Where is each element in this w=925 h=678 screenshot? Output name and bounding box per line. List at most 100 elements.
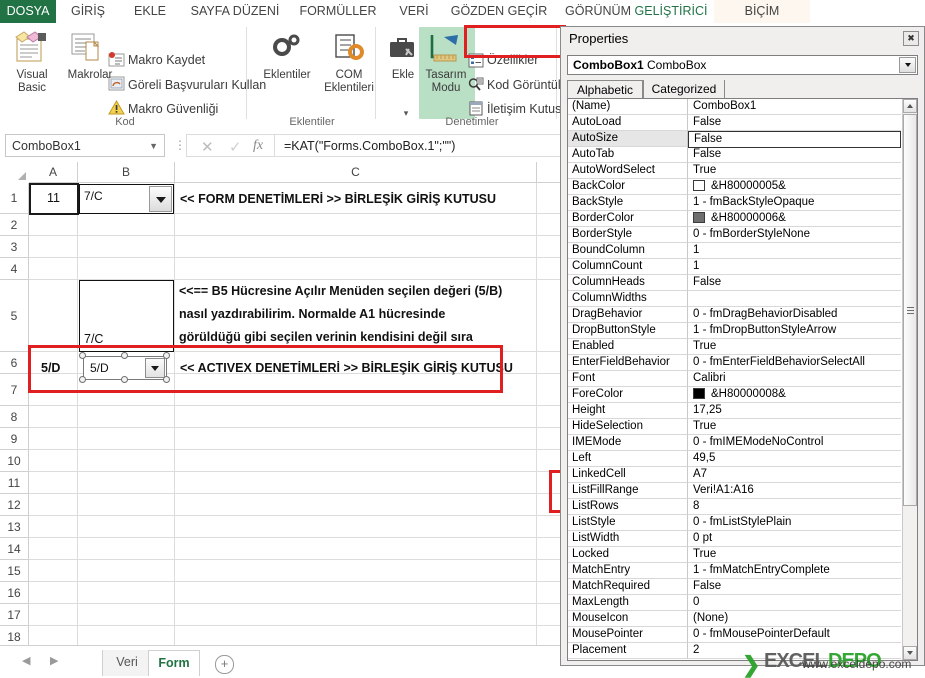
property-value[interactable]: 0 - fmDragBehaviorDisabled [688, 307, 901, 323]
property-value[interactable]: 0 [688, 595, 901, 611]
grid-cell[interactable] [29, 280, 78, 352]
grid-cell[interactable] [175, 582, 537, 604]
row-header-11[interactable]: 11 [0, 472, 29, 494]
ribbon-tab-gi̇ri̇ş[interactable]: GİRİŞ [56, 0, 120, 23]
row-header-10[interactable]: 10 [0, 450, 29, 472]
ribbon-tab-bi̇çi̇m[interactable]: BİÇİM [714, 0, 810, 23]
property-row[interactable]: ColumnWidths [568, 291, 917, 307]
grid-cell[interactable] [29, 560, 78, 582]
grid-cell[interactable] [29, 494, 78, 516]
grid-cell[interactable] [29, 472, 78, 494]
grid-cell[interactable] [29, 236, 78, 258]
grid-cell[interactable] [29, 604, 78, 626]
scroll-down-icon[interactable] [903, 646, 917, 660]
cancel-icon[interactable]: ✕ [201, 138, 214, 156]
row-header-13[interactable]: 13 [0, 516, 29, 538]
grid-cell[interactable] [175, 494, 537, 516]
grid-cell[interactable] [78, 604, 175, 626]
property-row[interactable]: LinkedCell A7 [568, 467, 917, 483]
grid-cell[interactable] [29, 374, 78, 406]
property-value[interactable]: &H80000006& [688, 211, 901, 227]
name-box-chevron-down-icon[interactable]: ▼ [149, 135, 158, 158]
next-sheet-icon[interactable]: ▶ [50, 654, 58, 667]
ribbon-tab-gözden-geçi̇r[interactable]: GÖZDEN GEÇİR [442, 0, 556, 23]
scroll-up-icon[interactable] [903, 99, 917, 113]
resize-handle-n[interactable] [121, 352, 128, 359]
row-header-7[interactable]: 7 [0, 374, 29, 406]
grid-cell[interactable] [175, 626, 537, 645]
ribbon-button-insert-control[interactable]: Ekle [384, 69, 422, 82]
property-row[interactable]: AutoWordSelect True [568, 163, 917, 179]
form-control-combobox[interactable]: 7/C [79, 184, 174, 214]
property-row[interactable]: ListStyle 0 - fmListStylePlain [568, 515, 917, 531]
property-row[interactable]: IMEMode 0 - fmIMEModeNoControl [568, 435, 917, 451]
property-row[interactable]: ListWidth 0 pt [568, 531, 917, 547]
ribbon-item-view-code[interactable]: Kod Görüntüle [487, 78, 568, 92]
accept-icon[interactable]: ✓ [229, 138, 242, 156]
property-value[interactable]: 1 [688, 259, 901, 275]
grid-cell[interactable] [78, 236, 175, 258]
property-value[interactable]: True [688, 419, 901, 435]
property-value[interactable]: 1 - fmDropButtonStyleArrow [688, 323, 901, 339]
property-value[interactable]: 0 pt [688, 531, 901, 547]
row-header-1[interactable]: 1 [0, 183, 29, 214]
grid-cell[interactable] [78, 538, 175, 560]
ribbon-item-record-macro[interactable]: Makro Kaydet [128, 53, 205, 67]
ribbon-button-macros[interactable]: Makrolar [60, 69, 120, 82]
properties-scrollbar[interactable] [902, 99, 917, 660]
property-value[interactable]: False [688, 115, 901, 131]
grid-cell[interactable] [29, 582, 78, 604]
grid-cell[interactable] [78, 406, 175, 428]
row-header-18[interactable]: 18 [0, 626, 29, 645]
grid-cell[interactable] [29, 516, 78, 538]
row-header-9[interactable]: 9 [0, 428, 29, 450]
row-header-8[interactable]: 8 [0, 406, 29, 428]
grid-cell[interactable] [78, 560, 175, 582]
grid-cell[interactable] [29, 406, 78, 428]
grid-cell[interactable] [78, 450, 175, 472]
properties-tab-categorized[interactable]: Categorized [643, 80, 725, 99]
property-row[interactable]: EnterFieldBehavior 0 - fmEnterFieldBehavi… [568, 355, 917, 371]
row-header-17[interactable]: 17 [0, 604, 29, 626]
property-value[interactable]: &H80000008& [688, 387, 901, 403]
row-header-16[interactable]: 16 [0, 582, 29, 604]
property-value[interactable]: True [688, 547, 901, 563]
property-row[interactable]: Font Calibri [568, 371, 917, 387]
property-value[interactable]: True [688, 163, 901, 179]
ribbon-item-relative-refs[interactable]: Göreli Başvuruları Kullan [128, 78, 266, 92]
property-row[interactable]: BorderColor &H80000006& [568, 211, 917, 227]
property-row[interactable]: Enabled True [568, 339, 917, 355]
property-value[interactable]: False [688, 147, 901, 163]
property-row[interactable]: AutoLoad False [568, 115, 917, 131]
chevron-down-icon[interactable] [899, 57, 916, 73]
grid-cell[interactable] [175, 374, 537, 406]
property-row[interactable]: DragBehavior 0 - fmDragBehaviorDisabled [568, 307, 917, 323]
property-row[interactable]: (Name) ComboBox1 [568, 99, 917, 115]
resize-handle-sw[interactable] [79, 376, 86, 383]
resize-handle-ne[interactable] [163, 352, 170, 359]
grid-cell[interactable] [78, 626, 175, 645]
property-value[interactable] [688, 291, 901, 307]
grid-cell[interactable] [175, 560, 537, 582]
property-row[interactable]: MaxLength 0 [568, 595, 917, 611]
property-value[interactable]: False [688, 579, 901, 595]
property-value[interactable]: 17,25 [688, 403, 901, 419]
grid-cell[interactable] [175, 472, 537, 494]
row-header-14[interactable]: 14 [0, 538, 29, 560]
property-row[interactable]: ListRows 8 [568, 499, 917, 515]
grid-cell[interactable] [78, 472, 175, 494]
resize-handle-se[interactable] [163, 376, 170, 383]
row-header-6[interactable]: 6 [0, 352, 29, 374]
property-value[interactable]: 1 - fmMatchEntryComplete [688, 563, 901, 579]
property-row[interactable]: DropButtonStyle 1 - fmDropButtonStyleArro… [568, 323, 917, 339]
properties-object-selector[interactable]: ComboBox1 ComboBox [567, 55, 918, 75]
grid-cell[interactable] [175, 236, 537, 258]
grid-cell[interactable] [175, 538, 537, 560]
grid-cell[interactable] [78, 516, 175, 538]
ribbon-item-dialog-box[interactable]: İletişim Kutusu [487, 102, 568, 116]
column-header-A[interactable]: A [29, 162, 78, 183]
name-box[interactable]: ComboBox1 ▼ [5, 134, 165, 157]
grid-cell[interactable] [29, 258, 78, 280]
ribbon-button-design-mode[interactable]: Tasarım Modu [422, 69, 470, 95]
column-header-C[interactable]: C [175, 162, 537, 183]
